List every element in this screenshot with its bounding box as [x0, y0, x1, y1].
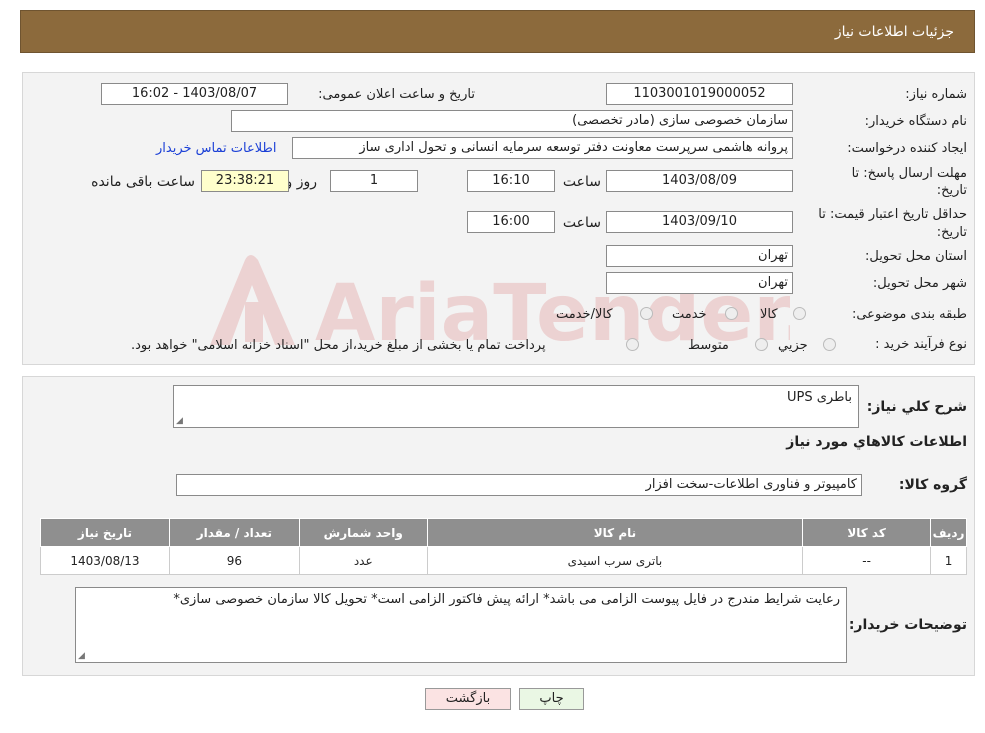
page-header: جزئیات اطلاعات نیاز — [20, 10, 975, 53]
validity-time-label: ساعت — [562, 215, 601, 231]
category-radio-goods-service[interactable] — [640, 307, 653, 320]
cell-quantity: 96 — [168, 546, 300, 575]
deadline-time-label: ساعت — [562, 174, 601, 190]
need-number-label: شماره نیاز: — [905, 87, 967, 102]
category-radio-goods[interactable] — [793, 307, 806, 320]
deadline-label: مهلت ارسال پاسخ: تا — [851, 166, 967, 181]
buyer-notes-label: توضيحات خريدار: — [848, 617, 967, 633]
summary-textarea[interactable]: باطری UPS ◢ — [173, 385, 859, 428]
cell-date: 1403/08/13 — [40, 546, 170, 575]
announce-datetime-field: 1403/08/07 - 16:02 — [101, 83, 288, 105]
summary-text: باطری UPS — [786, 390, 852, 405]
cell-name: باتری سرب اسیدی — [426, 546, 804, 575]
process-option-minor: جزیي — [778, 338, 808, 353]
buyer-org-field: سازمان خصوصی سازی (مادر تخصصی) — [231, 110, 793, 132]
table-row: 1 -- باتری سرب اسیدی عدد 96 1403/08/13 — [40, 546, 967, 575]
province-label: استان محل تحویل: — [865, 249, 967, 264]
category-option-service: خدمت — [672, 307, 707, 322]
deadline-label-line2: تاریخ: — [936, 183, 967, 198]
process-label: نوع فرآیند خرید : — [875, 337, 967, 352]
creator-field: پروانه هاشمی سرپرست معاونت دفتر توسعه سر… — [292, 137, 793, 159]
city-field: تهران — [606, 272, 793, 294]
province-field: تهران — [606, 245, 793, 267]
buyer-org-label: نام دستگاه خریدار: — [864, 114, 967, 129]
deadline-date-field: 1403/08/09 — [606, 170, 793, 192]
goods-info-title: اطلاعات کالاهاي مورد نياز — [786, 434, 967, 450]
need-number-field: 1103001019000052 — [606, 83, 793, 105]
col-code: کد کالا — [802, 518, 932, 547]
category-label: طبقه بندی موضوعی: — [851, 307, 967, 322]
category-radio-service[interactable] — [725, 307, 738, 320]
validity-label-line2: تاریخ: — [936, 225, 967, 240]
goods-group-field: کامپیوتر و فناوری اطلاعات-سخت افزار — [176, 474, 862, 496]
validity-date-field: 1403/09/10 — [606, 211, 793, 233]
city-label: شهر محل تحویل: — [872, 276, 967, 291]
goods-group-label: گروه کالا: — [898, 477, 967, 493]
col-row: رديف — [930, 518, 967, 547]
page-title: جزئیات اطلاعات نیاز — [834, 24, 954, 40]
process-option-medium: متوسط — [688, 338, 729, 353]
col-date: تاریخ نیاز — [40, 518, 170, 547]
announce-label: تاریخ و ساعت اعلان عمومی: — [318, 87, 475, 102]
buyer-notes-text: رعایت شرایط مندرج در فایل پیوست الزامی م… — [173, 592, 840, 607]
back-button[interactable]: بازگشت — [425, 688, 511, 710]
cell-code: -- — [802, 546, 932, 575]
summary-label: شرح کلي نياز: — [866, 399, 967, 415]
days-label: روز و — [285, 174, 318, 190]
col-unit: واحد شمارش — [298, 518, 428, 547]
process-note: پرداخت تمام یا بخشی از مبلغ خرید،از محل … — [131, 338, 546, 353]
creator-label: ایجاد کننده درخواست: — [847, 141, 967, 156]
remaining-time-field: 23:38:21 — [201, 170, 289, 192]
goods-table-header: رديف کد کالا نام کالا واحد شمارش تعداد /… — [40, 518, 967, 547]
col-name: نام کالا — [426, 518, 804, 547]
category-option-goods: کالا — [760, 307, 778, 322]
print-button[interactable]: چاپ — [519, 688, 584, 710]
cell-unit: عدد — [298, 546, 428, 575]
treasury-checkbox[interactable] — [626, 338, 639, 351]
deadline-time-field: 16:10 — [467, 170, 555, 192]
goods-table: رديف کد کالا نام کالا واحد شمارش تعداد /… — [40, 518, 967, 575]
buyer-notes-textarea[interactable]: رعایت شرایط مندرج در فایل پیوست الزامی م… — [75, 587, 847, 663]
process-radio-minor[interactable] — [823, 338, 836, 351]
remaining-time-label: ساعت باقی مانده — [91, 174, 195, 190]
process-radio-medium[interactable] — [755, 338, 768, 351]
validity-time-field: 16:00 — [467, 211, 555, 233]
resize-grip-icon[interactable]: ◢ — [176, 416, 183, 426]
resize-grip-icon[interactable]: ◢ — [78, 651, 85, 661]
cell-row: 1 — [930, 546, 967, 575]
days-remaining-field: 1 — [330, 170, 418, 192]
col-quantity: تعداد / مقدار — [168, 518, 300, 547]
contact-info-link[interactable]: اطلاعات تماس خریدار — [156, 141, 276, 156]
category-option-goods-service: کالا/خدمت — [556, 307, 613, 322]
validity-label: حداقل تاریخ اعتبار قیمت: تا — [818, 207, 967, 222]
